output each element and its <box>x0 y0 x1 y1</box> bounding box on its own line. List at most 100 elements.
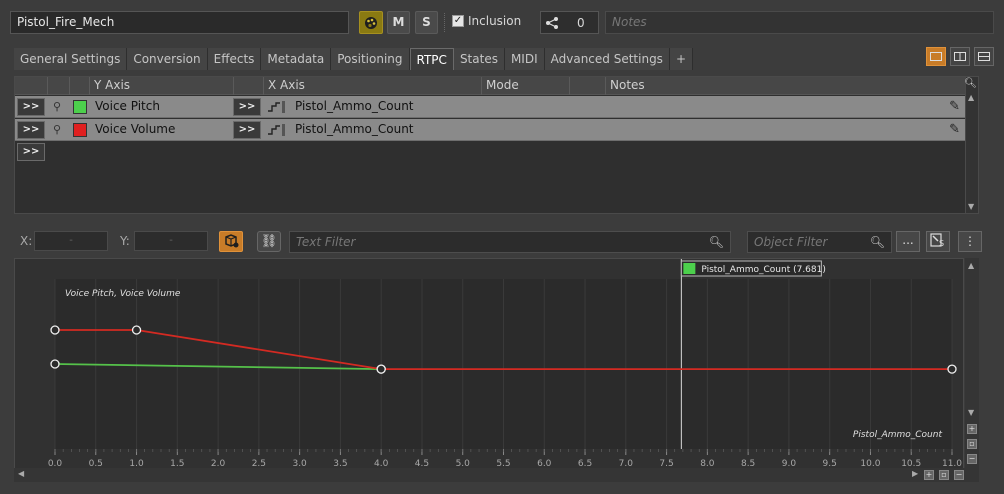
more-options-button[interactable]: ⋮ <box>958 231 982 252</box>
layout-vertical-split-button[interactable] <box>974 47 994 66</box>
x-coordinate-field[interactable]: - <box>34 231 108 251</box>
y-coordinate-label: Y: <box>120 234 130 248</box>
row-expand-button[interactable]: >> <box>17 121 45 139</box>
palette-icon <box>365 17 377 29</box>
split-vertical-icon <box>978 52 990 61</box>
inclusion-toggle[interactable]: ✓ Inclusion <box>452 14 521 28</box>
pin-icon[interactable]: ⚲ <box>53 100 63 113</box>
scroll-down-icon[interactable]: ▼ <box>968 202 974 211</box>
header-mode[interactable]: Mode <box>481 77 569 95</box>
y-axis-property[interactable]: Voice Volume <box>95 122 175 136</box>
rtpc-row[interactable]: >> ⚲ Voice Volume >> Pistol_Ammo_Count ✎ <box>15 119 966 141</box>
scroll-right-icon[interactable]: ▶ <box>912 469 918 478</box>
game-parameter-icon <box>268 124 285 136</box>
fit-y-icon[interactable]: ▫ <box>967 439 977 449</box>
scroll-up-icon[interactable]: ▲ <box>968 93 974 102</box>
toolbar-separator <box>444 13 447 32</box>
search-icon: 🔍︎ <box>869 235 885 249</box>
tab-advanced-settings[interactable]: Advanced Settings <box>544 48 670 70</box>
game-parameter-icon <box>268 101 285 113</box>
fit-x-icon[interactable]: ▫ <box>939 470 949 480</box>
tab-metadata[interactable]: Metadata <box>261 48 332 70</box>
scroll-down-icon[interactable]: ▼ <box>968 408 974 417</box>
property-tabs: General Settings Conversion Effects Metadat… <box>14 48 693 70</box>
x-axis-expand-button[interactable]: >> <box>233 98 261 116</box>
x-coordinate-label: X: <box>20 234 33 248</box>
graph-horizontal-scrollbar[interactable]: ◀ ▶ + ▫ − <box>14 468 979 482</box>
curve-point <box>131 325 142 335</box>
object-filter-placeholder: Object Filter <box>754 235 828 249</box>
pin-icon[interactable]: ⚲ <box>53 123 63 136</box>
rtpc-grid: Y Axis X Axis Mode Notes >> ⚲ Voice Pitc… <box>14 76 979 214</box>
zoom-out-y-icon[interactable]: − <box>967 454 977 464</box>
x-axis-label: Pistol_Ammo_Count <box>853 430 943 440</box>
header-x-expand-col <box>233 77 263 95</box>
link-button[interactable]: ⛓ <box>257 231 281 252</box>
header-pin-col <box>47 77 69 95</box>
tab-midi[interactable]: MIDI <box>504 48 545 70</box>
x-axis-game-parameter[interactable]: Pistol_Ammo_Count <box>295 122 414 136</box>
new-row-expand-button[interactable]: >> <box>17 143 45 161</box>
tab-states[interactable]: States <box>453 48 505 70</box>
x-axis-game-parameter[interactable]: Pistol_Ammo_Count <box>295 99 414 113</box>
curve-point <box>50 325 60 335</box>
object-browser-button[interactable]: ... <box>896 231 920 252</box>
inclusion-checkbox[interactable]: ✓ <box>452 15 464 27</box>
text-filter-placeholder: Text Filter <box>296 235 356 249</box>
scroll-left-icon[interactable]: ◀ <box>18 469 24 478</box>
layout-single-button[interactable] <box>926 47 946 66</box>
rtpc-curve-graph[interactable]: 0.0 0.5 1.0 1.5 2.0 2.5 3.0 3.5 4.0 4.5 5.0 5.5 6.0 6… <box>14 258 964 482</box>
header-y-axis[interactable]: Y Axis <box>89 77 233 95</box>
edit-pencil-icon[interactable]: ✎ <box>949 122 960 137</box>
grid-scrollbar[interactable]: 🔍︎ ▲ ▼ <box>964 77 978 213</box>
link-icon: ⛓ <box>260 234 278 249</box>
vertical-dots-icon: ⋮ <box>964 234 976 248</box>
zoom-in-y-icon[interactable]: + <box>967 424 977 434</box>
curve-color-swatch[interactable] <box>73 123 87 137</box>
tab-add-button[interactable]: + <box>669 48 693 70</box>
single-pane-icon <box>930 52 942 61</box>
rtpc-row[interactable]: >> ⚲ Voice Pitch >> Pistol_Ammo_Count ✎ <box>15 96 966 118</box>
selection-filter-button[interactable]: S <box>926 231 950 252</box>
object-filter-input[interactable]: Object Filter 🔍︎ <box>747 231 892 253</box>
header-expand-col <box>15 77 47 95</box>
zoom-out-x-icon[interactable]: − <box>954 470 964 480</box>
zoom-in-x-icon[interactable]: + <box>924 470 934 480</box>
snap-cube-icon <box>225 234 239 248</box>
tab-effects[interactable]: Effects <box>207 48 262 70</box>
text-filter-input[interactable]: Text Filter 🔍︎ <box>289 231 731 253</box>
tab-conversion[interactable]: Conversion <box>127 48 208 70</box>
y-axis-property[interactable]: Voice Pitch <box>95 99 160 113</box>
scroll-up-icon[interactable]: ▲ <box>968 261 974 270</box>
curve-color-swatch[interactable] <box>73 100 87 114</box>
header-notes[interactable]: Notes <box>605 77 966 95</box>
header-x-axis[interactable]: X Axis <box>263 77 481 95</box>
curve-point <box>50 359 60 369</box>
object-name-field[interactable]: Pistol_Fire_Mech <box>10 11 349 34</box>
cursor-label: Pistol_Ammo_Count (7.681) <box>701 265 826 275</box>
x-axis-expand-button[interactable]: >> <box>233 121 261 139</box>
tab-general-settings[interactable]: General Settings <box>14 48 128 70</box>
notes-field[interactable]: Notes <box>605 11 994 34</box>
chart-title: Voice Pitch, Voice Volume <box>65 289 181 299</box>
search-icon: 🔍︎ <box>708 235 724 249</box>
color-palette-button[interactable] <box>359 11 383 34</box>
y-coordinate-field[interactable]: - <box>134 231 208 251</box>
tab-rtpc[interactable]: RTPC <box>409 48 454 70</box>
share-count-box[interactable]: 0 <box>540 11 599 34</box>
svg-text:S: S <box>939 239 944 248</box>
curve-chart[interactable]: 0.0 0.5 1.0 1.5 2.0 2.5 3.0 3.5 4.0 4.5 5.0 5.5 6.0 6… <box>15 259 965 469</box>
search-icon[interactable]: 🔍︎ <box>964 78 977 89</box>
snap-to-grid-button[interactable] <box>219 231 243 252</box>
row-expand-button[interactable]: >> <box>17 98 45 116</box>
graph-vertical-scrollbar[interactable]: ▲ ▼ + ▫ − <box>965 258 979 482</box>
solo-button[interactable]: S <box>415 11 438 34</box>
layout-horizontal-split-button[interactable] <box>950 47 970 66</box>
curve-point <box>947 364 957 374</box>
tab-positioning[interactable]: Positioning <box>331 48 410 70</box>
edit-pencil-icon[interactable]: ✎ <box>949 99 960 114</box>
mute-button[interactable]: M <box>387 11 410 34</box>
grid-header: Y Axis X Axis Mode Notes <box>15 77 966 95</box>
share-icon <box>546 16 558 29</box>
share-count: 0 <box>577 15 585 30</box>
